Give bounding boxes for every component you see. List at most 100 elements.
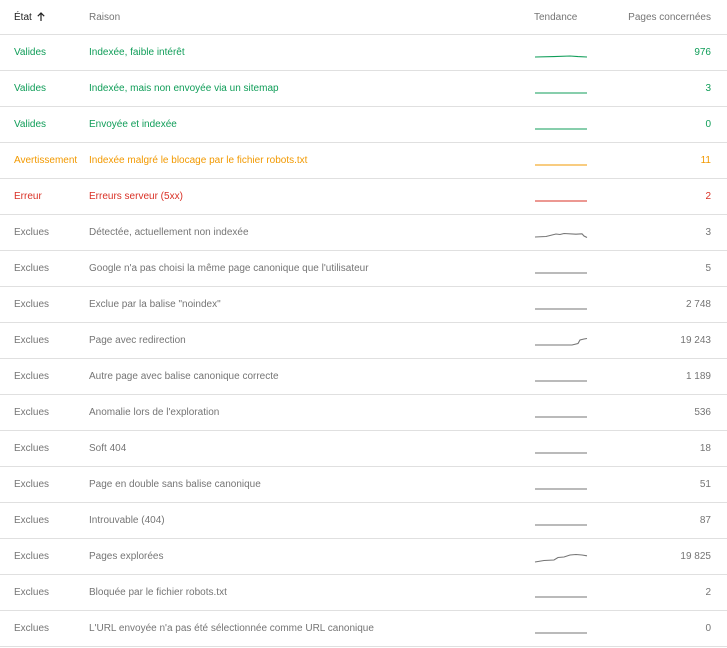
row-pages-count: 18 xyxy=(699,443,711,454)
trend-line xyxy=(535,337,588,346)
table-row[interactable]: Exclues Pages explorées 19 825 xyxy=(0,539,727,575)
row-pages-count: 87 xyxy=(699,515,711,526)
row-state: Exclues xyxy=(14,371,50,382)
trend-sparkline xyxy=(535,337,588,346)
row-state: Exclues xyxy=(14,551,50,562)
trend-sparkline xyxy=(535,379,587,382)
row-state: Exclues xyxy=(14,587,50,598)
table-row[interactable]: Exclues Autre page avec balise canonique … xyxy=(0,359,727,395)
table-row[interactable]: Valides Envoyée et indexée 0 xyxy=(0,107,727,143)
trend-sparkline xyxy=(535,415,587,418)
row-pages-count: 3 xyxy=(705,227,711,238)
table-row[interactable]: Exclues Soft 404 18 xyxy=(0,431,727,467)
trend-sparkline xyxy=(535,307,587,310)
row-reason: Google n'a pas choisi la même page canon… xyxy=(89,263,369,274)
row-reason: Anomalie lors de l'exploration xyxy=(89,407,220,418)
row-pages-count: 11 xyxy=(700,155,711,166)
row-state: Erreur xyxy=(14,191,42,202)
trend-sparkline xyxy=(534,54,588,58)
trend-sparkline xyxy=(534,232,588,238)
table-row[interactable]: Valides Indexée, mais non envoyée via un … xyxy=(0,71,727,107)
row-reason: Indexée malgré le blocage par le fichier… xyxy=(89,155,308,166)
row-trend xyxy=(521,401,601,425)
row-reason: Détectée, actuellement non indexée xyxy=(89,227,249,238)
row-pages-count: 3 xyxy=(705,83,711,94)
header-pages[interactable]: Pages concernées xyxy=(601,12,727,23)
header-trend: Tendance xyxy=(534,11,578,23)
row-trend xyxy=(521,149,601,173)
row-reason: Introuvable (404) xyxy=(89,515,165,526)
row-pages-count: 2 xyxy=(705,587,711,598)
row-trend xyxy=(521,329,601,353)
row-trend xyxy=(521,113,601,137)
row-reason: Exclue par la balise "noindex" xyxy=(89,299,221,310)
row-state: Exclues xyxy=(14,335,50,346)
row-trend xyxy=(521,77,601,101)
trend-sparkline xyxy=(535,451,587,454)
table-row[interactable]: Exclues Détectée, actuellement non indexé… xyxy=(0,215,727,251)
row-trend xyxy=(521,509,601,533)
trend-line xyxy=(534,553,588,563)
row-reason: Page avec redirection xyxy=(89,335,186,346)
row-pages-count: 51 xyxy=(699,479,711,490)
coverage-table: État Raison Tendance Pages concernées Va… xyxy=(0,0,727,647)
row-pages-count: 1 189 xyxy=(685,371,711,382)
row-state: Exclues xyxy=(14,227,50,238)
row-trend xyxy=(521,437,601,461)
row-state: Exclues xyxy=(14,299,50,310)
trend-sparkline xyxy=(535,487,587,490)
row-state: Exclues xyxy=(14,479,50,490)
table-row[interactable]: Exclues Exclue par la balise "noindex" 2 7… xyxy=(0,287,727,323)
table-row[interactable]: Exclues Bloquée par le fichier robots.txt… xyxy=(0,575,727,611)
row-trend xyxy=(521,473,601,497)
header-state-label: État xyxy=(14,11,32,23)
row-trend xyxy=(521,617,601,641)
row-state: Exclues xyxy=(14,407,50,418)
row-reason: Page en double sans balise canonique xyxy=(89,479,261,490)
row-reason: Erreurs serveur (5xx) xyxy=(89,191,183,202)
row-pages-count: 19 243 xyxy=(680,335,711,346)
header-state[interactable]: État xyxy=(0,12,89,23)
trend-sparkline xyxy=(535,631,587,634)
table-row[interactable]: Exclues L'URL envoyée n'a pas été sélecti… xyxy=(0,611,727,647)
row-state: Exclues xyxy=(14,623,50,634)
trend-sparkline xyxy=(535,127,587,130)
table-row[interactable]: Exclues Anomalie lors de l'exploration 536 xyxy=(0,395,727,431)
table-row[interactable]: Valides Indexée, faible intérêt 976 xyxy=(0,35,727,71)
trend-sparkline xyxy=(535,163,587,166)
row-state: Valides xyxy=(14,119,47,130)
row-reason: Autre page avec balise canonique correct… xyxy=(89,371,279,382)
row-pages-count: 0 xyxy=(705,623,711,634)
table-row[interactable]: Exclues Page en double sans balise canoni… xyxy=(0,467,727,503)
table-row[interactable]: Avertissement Indexée malgré le blocage p… xyxy=(0,143,727,179)
table-row[interactable]: Exclues Page avec redirection 19 243 xyxy=(0,323,727,359)
row-reason: L'URL envoyée n'a pas été sélectionnée c… xyxy=(89,623,374,634)
arrow-up-icon[interactable] xyxy=(36,12,46,22)
row-reason: Indexée, faible intérêt xyxy=(89,47,185,58)
row-trend xyxy=(521,293,601,317)
row-trend xyxy=(521,581,601,605)
trend-sparkline xyxy=(535,271,587,274)
trend-sparkline xyxy=(535,91,587,94)
row-state: Exclues xyxy=(14,263,50,274)
row-state: Exclues xyxy=(14,515,50,526)
trend-sparkline xyxy=(534,553,588,563)
row-trend xyxy=(521,365,601,389)
row-reason: Pages explorées xyxy=(89,551,164,562)
row-reason: Indexée, mais non envoyée via un sitemap xyxy=(89,83,279,94)
trend-sparkline xyxy=(535,523,587,526)
table-row[interactable]: Exclues Introuvable (404) 87 xyxy=(0,503,727,539)
table-row[interactable]: Erreur Erreurs serveur (5xx) 2 xyxy=(0,179,727,215)
row-trend xyxy=(521,185,601,209)
row-pages-count: 19 825 xyxy=(680,551,711,562)
row-pages-count: 976 xyxy=(694,47,711,58)
row-trend xyxy=(521,41,601,65)
row-pages-count: 2 748 xyxy=(685,299,711,310)
header-reason[interactable]: Raison xyxy=(89,12,521,23)
row-reason: Soft 404 xyxy=(89,443,127,454)
row-pages-count: 5 xyxy=(705,263,711,274)
trend-sparkline xyxy=(535,595,587,598)
trend-sparkline xyxy=(535,199,587,202)
row-state: Avertissement xyxy=(14,155,78,166)
table-row[interactable]: Exclues Google n'a pas choisi la même pag… xyxy=(0,251,727,287)
